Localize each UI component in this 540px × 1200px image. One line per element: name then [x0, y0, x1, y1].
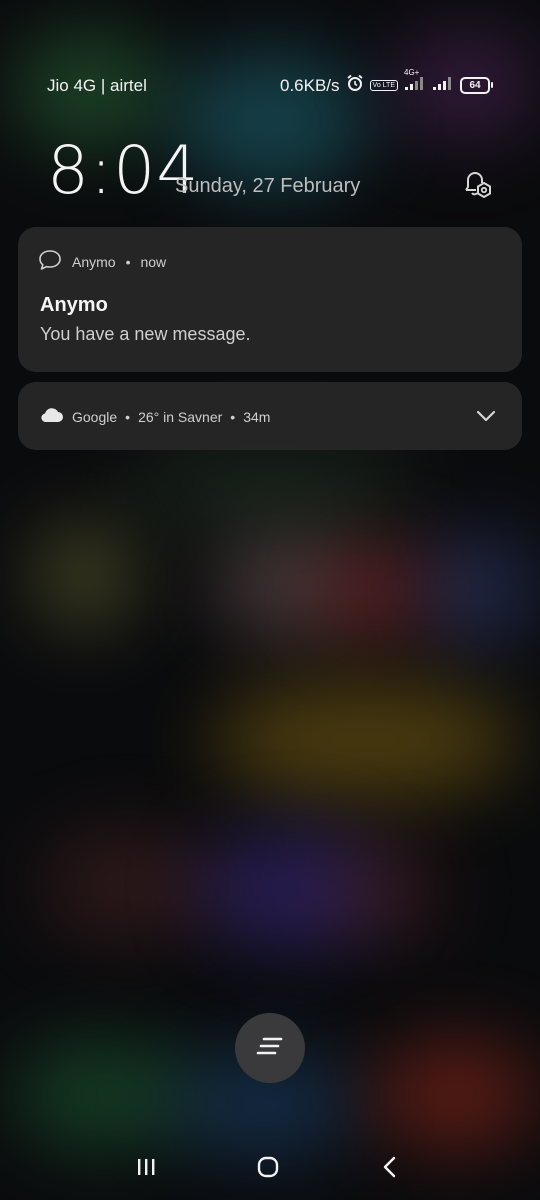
navigation-bar: [0, 1140, 540, 1200]
home-icon: [256, 1155, 280, 1184]
net-speed: 0.6KB/s: [280, 75, 340, 95]
notification-app-name: Google: [72, 408, 118, 425]
wallpaper-blur: [210, 680, 520, 800]
notification-header: Anymo • now: [38, 249, 166, 274]
network-type-label: 4G+: [404, 68, 420, 77]
notification-header: Google • 26° in Savner • 34m: [38, 406, 270, 427]
wallpaper-blur: [30, 520, 140, 630]
clear-notifications-button[interactable]: [235, 1013, 305, 1083]
wallpaper-blur: [370, 1040, 540, 1150]
notification-settings-icon[interactable]: [458, 166, 494, 202]
lock-date: Sunday, 27 February: [175, 175, 361, 197]
notification-time: 34m: [243, 408, 271, 425]
clear-all-icon: [256, 1034, 284, 1063]
back-icon: [380, 1155, 400, 1184]
notification-summary: 26° in Savner: [138, 408, 223, 425]
wallpaper-blur: [330, 840, 440, 940]
status-bar: Jio 4G | airtel 0.6KB/s Vo LTE 4G+ 64: [0, 68, 540, 102]
cloud-icon: [38, 406, 64, 427]
separator-dot: •: [125, 253, 131, 270]
chat-bubble-icon: [38, 249, 62, 274]
status-icons: 0.6KB/s Vo LTE 4G+ 64: [280, 68, 493, 97]
carrier-label: Jio 4G | airtel: [47, 76, 147, 95]
alarm-icon: [346, 74, 364, 97]
volte-icon: Vo LTE: [369, 80, 398, 91]
notification-app-name: Anymo: [72, 253, 116, 270]
lock-screen: Jio 4G | airtel 0.6KB/s Vo LTE 4G+ 64 8:…: [0, 0, 540, 1200]
recents-icon: [135, 1157, 157, 1182]
separator-dot: •: [230, 408, 236, 425]
recents-button[interactable]: [126, 1154, 166, 1184]
notification-card-anymo[interactable]: Anymo • now Anymo You have a new message…: [18, 227, 522, 372]
back-button[interactable]: [370, 1154, 410, 1184]
wallpaper-blur: [120, 440, 420, 530]
separator-dot: •: [125, 408, 131, 425]
home-button[interactable]: [248, 1154, 288, 1184]
notification-card-google[interactable]: Google • 26° in Savner • 34m: [18, 382, 522, 450]
notification-time: now: [140, 253, 167, 270]
signal-icon: 4G+: [404, 68, 426, 96]
notification-body: You have a new message.: [40, 324, 251, 344]
battery-icon: 64: [460, 77, 493, 94]
signal-icon: [432, 75, 454, 96]
notification-title: Anymo: [40, 294, 108, 316]
wallpaper-blur: [40, 830, 220, 940]
expand-chevron-icon[interactable]: [474, 404, 498, 428]
wallpaper-blur: [420, 530, 540, 650]
